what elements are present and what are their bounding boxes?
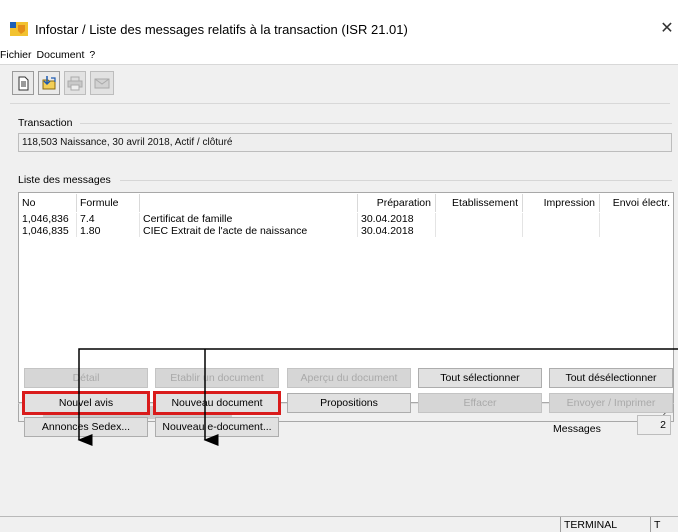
table-row[interactable]: 1,046,835 1.80 CIEC Extrait de l'acte de…: [19, 225, 673, 237]
close-icon[interactable]: ✕: [656, 18, 678, 40]
title-bar: Infostar / Liste des messages relatifs à…: [0, 0, 678, 42]
window-title: Infostar / Liste des messages relatifs à…: [35, 22, 408, 37]
messages-group-label: Liste des messages: [18, 174, 111, 186]
annonces-sedex-button[interactable]: Annonces Sedex...: [24, 417, 148, 437]
cell-preparation: 30.04.2018: [358, 213, 436, 225]
status-terminal: TERMINAL: [560, 517, 650, 532]
main-panel: Transaction 118,503 Naissance, 30 avril …: [0, 64, 678, 516]
new-document-toolbar-button[interactable]: [12, 71, 34, 95]
transaction-field: 118,503 Naissance, 30 avril 2018, Actif …: [18, 133, 672, 152]
column-header-no[interactable]: No: [19, 194, 77, 212]
cell-etablissement: [436, 225, 523, 237]
apercu-document-button[interactable]: Aperçu du document: [287, 368, 411, 388]
cell-preparation: 30.04.2018: [358, 225, 436, 237]
infostar-app-icon: [10, 22, 28, 36]
menu-help[interactable]: ?: [87, 47, 98, 63]
column-header-impression[interactable]: Impression: [523, 194, 600, 212]
nouveau-document-button[interactable]: Nouveau document: [153, 391, 281, 415]
column-header-formule[interactable]: Formule: [77, 194, 140, 212]
envoyer-imprimer-button[interactable]: Envoyer / Imprimer: [549, 393, 673, 413]
messages-count-field: 2: [637, 415, 671, 435]
cell-impression: [523, 225, 600, 237]
open-folder-icon: [42, 76, 56, 90]
cell-formule: 7.4: [77, 213, 140, 225]
toolbar-separator: [10, 103, 670, 104]
messages-group-line: [120, 180, 672, 181]
propositions-button[interactable]: Propositions: [287, 393, 411, 413]
menu-bar: Fichier Document ?: [0, 47, 98, 63]
cell-no: 1,046,835: [19, 225, 77, 237]
cell-description: CIEC Extrait de l'acte de naissance: [140, 225, 358, 237]
transaction-group-line: [80, 123, 672, 124]
open-toolbar-button[interactable]: [38, 71, 60, 95]
select-all-button[interactable]: Tout sélectionner: [418, 368, 542, 388]
column-header-preparation[interactable]: Préparation: [358, 194, 436, 212]
table-row[interactable]: 1,046,836 7.4 Certificat de famille 30.0…: [19, 213, 673, 225]
cell-etablissement: [436, 213, 523, 225]
messages-count-label: Messages: [553, 423, 601, 435]
status-bar: TERMINAL T: [0, 516, 678, 532]
detail-button[interactable]: Détail: [24, 368, 148, 388]
cell-envoi: [600, 225, 673, 237]
document-icon: [18, 76, 29, 91]
menu-document[interactable]: Document: [35, 47, 88, 63]
email-icon: [94, 78, 110, 89]
cell-description: Certificat de famille: [140, 213, 358, 225]
effacer-button[interactable]: Effacer: [418, 393, 542, 413]
print-icon: [67, 76, 83, 91]
column-header-etablissement[interactable]: Etablissement: [436, 194, 523, 212]
nouvel-avis-button[interactable]: Nouvel avis: [22, 391, 150, 415]
menu-fichier[interactable]: Fichier: [0, 47, 35, 63]
cell-formule: 1.80: [77, 225, 140, 237]
column-header-description[interactable]: [140, 194, 358, 212]
cell-envoi: [600, 213, 673, 225]
etablir-document-button[interactable]: Etablir un document: [155, 368, 279, 388]
cell-no: 1,046,836: [19, 213, 77, 225]
deselect-all-button[interactable]: Tout désélectionner: [549, 368, 673, 388]
column-header-envoi[interactable]: Envoi électr.: [600, 194, 673, 212]
nouveau-e-document-button[interactable]: Nouveau e-document...: [155, 417, 279, 437]
cell-impression: [523, 213, 600, 225]
status-extra: T: [650, 517, 678, 532]
transaction-group-label: Transaction: [18, 117, 73, 129]
print-toolbar-button[interactable]: [64, 71, 86, 95]
email-toolbar-button[interactable]: [90, 71, 114, 95]
